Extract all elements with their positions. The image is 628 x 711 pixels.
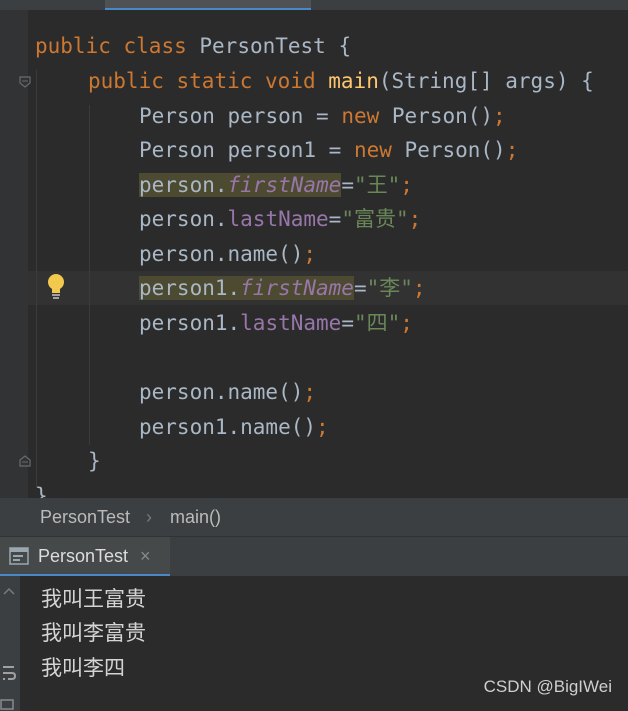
code-line-current: person1.firstName="李"; [139,276,426,300]
run-console-icon [9,547,29,565]
lightbulb-icon[interactable] [46,273,66,301]
code-line-brace: } [35,484,48,498]
watermark: CSDN @BigIWei [483,677,612,696]
code-line: person.lastName="富贵"; [139,207,422,231]
code-line: Person person1 = new Person(); [139,138,519,162]
run-tab-label: PersonTest [38,546,129,566]
code-line-main-decl: public static void main(String[] args) { [88,69,594,93]
breadcrumb-file[interactable]: PersonTest [40,498,130,536]
console-output[interactable]: 我叫王富贵 我叫李富贵 我叫李四 CSDN @BigIWei [0,576,628,711]
code-line: person1.name(); [139,415,329,439]
scroll-up-icon[interactable] [2,586,16,596]
console-line: 我叫李四 [41,656,125,680]
indent-guide [36,70,37,488]
indent-guide [89,105,90,445]
pin-icon[interactable] [0,698,14,710]
breadcrumb: PersonTest › main() [0,498,628,536]
breadcrumb-method[interactable]: main() [170,498,221,536]
code-editor[interactable]: public class PersonTest { public static … [0,10,628,498]
code-line: person.name(); [139,380,317,404]
editor-tab-active[interactable] [105,0,311,10]
editor-tab-strip [0,0,628,10]
console-toolbar [0,576,20,711]
code-line: person.firstName="王"; [139,173,413,197]
run-tool-window-header: PersonTest × [0,536,628,577]
console-line: 我叫王富贵 [41,587,146,611]
console-line: 我叫李富贵 [41,621,146,645]
code-line: person1.lastName="四"; [139,311,413,335]
code-line-brace: } [88,449,101,473]
code-line-class-decl: public class PersonTest { [35,34,352,58]
fold-icon[interactable] [19,76,31,88]
code-line: Person person = new Person(); [139,104,506,128]
run-tab[interactable]: PersonTest × [0,537,170,577]
code-line: person.name(); [139,242,317,266]
fold-icon[interactable] [19,455,31,467]
soft-wrap-icon[interactable] [0,664,18,686]
breadcrumb-separator: › [146,507,152,527]
close-icon[interactable]: × [140,537,151,575]
